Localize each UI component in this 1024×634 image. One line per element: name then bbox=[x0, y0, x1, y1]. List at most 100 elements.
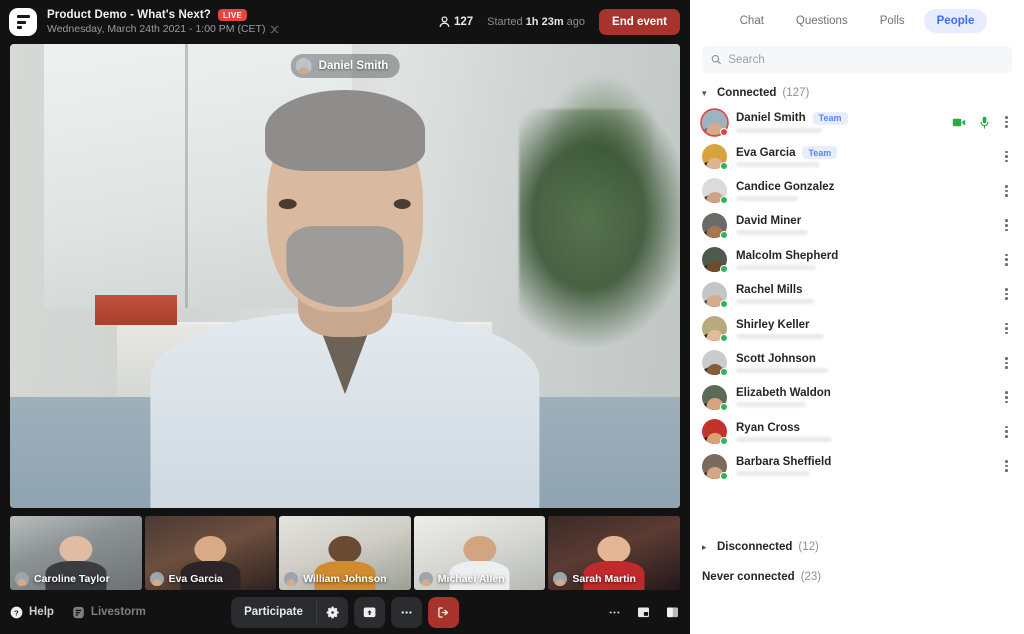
filmstrip-tile[interactable]: Caroline Taylor bbox=[10, 516, 142, 590]
active-speaker-video[interactable]: Daniel Smith bbox=[10, 44, 680, 508]
avatar bbox=[702, 109, 728, 136]
avatar bbox=[15, 572, 29, 586]
leave-event-button[interactable] bbox=[427, 596, 459, 628]
search-icon bbox=[711, 55, 721, 65]
main-video-container: Daniel Smith bbox=[0, 44, 690, 508]
participant-name: Ryan Cross bbox=[736, 421, 800, 434]
more-horizontal-icon[interactable] bbox=[607, 605, 622, 620]
search-box[interactable] bbox=[702, 46, 1012, 73]
list-item[interactable]: Daniel Smith Team bbox=[698, 105, 1016, 139]
tab-people[interactable]: People bbox=[923, 9, 988, 33]
video-camera-icon[interactable] bbox=[952, 117, 966, 128]
list-item[interactable]: Ryan Cross bbox=[698, 415, 1016, 449]
list-item-info: Rachel Mills bbox=[736, 284, 814, 305]
tab-polls[interactable]: Polls bbox=[867, 9, 918, 33]
tab-chat[interactable]: Chat bbox=[727, 9, 777, 33]
chevron-down-icon: ▾ bbox=[702, 87, 707, 98]
more-vertical-icon[interactable] bbox=[1003, 182, 1010, 200]
filmstrip-tile[interactable]: Sarah Martin bbox=[548, 516, 680, 590]
list-item-info: Malcolm Shepherd bbox=[736, 250, 838, 270]
chevron-right-icon: ▸ bbox=[702, 541, 707, 552]
participant-detail-redacted bbox=[736, 299, 814, 305]
never-connected-section-header[interactable]: Never connected (23) bbox=[690, 562, 1024, 592]
event-date: Wednesday, March 24th 2021 - 1:00 PM (CE… bbox=[47, 23, 266, 35]
connected-section-header[interactable]: ▾ Connected (127) bbox=[690, 83, 1024, 105]
more-vertical-icon[interactable] bbox=[1003, 388, 1010, 406]
more-vertical-icon[interactable] bbox=[1003, 216, 1010, 234]
list-item-actions bbox=[1003, 354, 1010, 372]
avatar bbox=[702, 453, 728, 480]
picture-in-picture-icon[interactable] bbox=[636, 605, 651, 620]
question-circle-icon: ? bbox=[10, 606, 23, 618]
attendee-count: 127 bbox=[439, 16, 473, 28]
status-badge bbox=[720, 265, 728, 274]
livestorm-logo-icon bbox=[73, 606, 84, 618]
participate-button[interactable]: Participate bbox=[231, 598, 316, 626]
more-vertical-icon[interactable] bbox=[1003, 113, 1010, 131]
filmstrip-tile[interactable]: William Johnson bbox=[279, 516, 411, 590]
list-item[interactable]: Shirley Keller bbox=[698, 311, 1016, 345]
list-item[interactable]: Barbara Sheffield bbox=[698, 449, 1016, 483]
connected-label: Connected bbox=[717, 87, 777, 99]
list-item[interactable]: David Miner bbox=[698, 208, 1016, 242]
filmstrip-tile-name: Caroline Taylor bbox=[34, 573, 110, 585]
livestorm-brand-button[interactable]: Livestorm bbox=[72, 606, 146, 619]
list-item-info: Eva Garcia Team bbox=[736, 146, 838, 168]
list-item-info: Barbara Sheffield bbox=[736, 456, 831, 477]
list-item-actions bbox=[1003, 251, 1010, 269]
livestorm-logo-icon bbox=[9, 8, 37, 36]
participant-name: Rachel Mills bbox=[736, 284, 803, 297]
more-vertical-icon[interactable] bbox=[1003, 423, 1010, 441]
list-item-actions bbox=[1003, 216, 1010, 234]
more-vertical-icon[interactable] bbox=[1003, 457, 1010, 475]
more-vertical-icon[interactable] bbox=[1003, 285, 1010, 303]
avatar bbox=[702, 384, 728, 411]
more-options-button[interactable] bbox=[390, 596, 422, 628]
list-item[interactable]: Eva Garcia Team bbox=[698, 139, 1016, 173]
status-badge bbox=[720, 437, 728, 446]
tab-questions[interactable]: Questions bbox=[783, 9, 861, 33]
event-header: Product Demo - What's Next? LIVE Wednesd… bbox=[0, 0, 690, 44]
list-item[interactable]: Elizabeth Waldon bbox=[698, 380, 1016, 414]
gear-icon bbox=[326, 606, 339, 618]
more-vertical-icon[interactable] bbox=[1003, 354, 1010, 372]
participant-detail-redacted bbox=[736, 471, 810, 477]
list-item-info: Daniel Smith Team bbox=[736, 111, 848, 133]
microphone-icon[interactable] bbox=[979, 116, 990, 129]
avatar bbox=[702, 144, 728, 171]
status-badge bbox=[720, 334, 728, 343]
shuffle-icon[interactable] bbox=[270, 25, 279, 34]
toolbar-center-group: Participate bbox=[231, 596, 459, 628]
list-item[interactable]: Malcolm Shepherd bbox=[698, 243, 1016, 277]
participant-detail-redacted bbox=[736, 333, 824, 339]
page-title: Product Demo - What's Next? bbox=[47, 9, 211, 21]
status-badge bbox=[720, 402, 728, 411]
disconnected-section-header[interactable]: ▸ Disconnected (12) bbox=[690, 532, 1024, 562]
layout-split-icon[interactable] bbox=[665, 605, 680, 620]
list-item[interactable]: Rachel Mills bbox=[698, 277, 1016, 311]
filmstrip-tile[interactable]: Michael Allen bbox=[413, 516, 546, 590]
list-item[interactable]: Candice Gonzalez bbox=[698, 174, 1016, 208]
share-screen-button[interactable] bbox=[353, 596, 385, 628]
more-vertical-icon[interactable] bbox=[1003, 320, 1010, 338]
list-item-info: Elizabeth Waldon bbox=[736, 387, 831, 408]
search-input[interactable] bbox=[728, 53, 1003, 66]
participant-detail-redacted bbox=[736, 367, 828, 373]
team-badge: Team bbox=[812, 111, 848, 125]
settings-button[interactable] bbox=[316, 596, 348, 628]
end-event-button[interactable]: End event bbox=[599, 9, 680, 35]
participant-name: Daniel Smith bbox=[736, 112, 806, 125]
list-item-actions bbox=[1003, 423, 1010, 441]
participant-detail-redacted bbox=[736, 436, 832, 442]
filmstrip-tile-name: Sarah Martin bbox=[572, 573, 636, 585]
list-item-actions bbox=[1003, 320, 1010, 338]
more-vertical-icon[interactable] bbox=[1003, 148, 1010, 166]
list-item[interactable]: Scott Johnson bbox=[698, 346, 1016, 380]
filmstrip-tile[interactable]: Eva Garcia bbox=[144, 516, 277, 590]
person-icon bbox=[439, 16, 450, 28]
more-vertical-icon[interactable] bbox=[1003, 251, 1010, 269]
filmstrip-tile-name: Michael Allen bbox=[437, 573, 505, 585]
event-title-block: Product Demo - What's Next? LIVE Wednesd… bbox=[47, 9, 279, 35]
list-item-info: Ryan Cross bbox=[736, 422, 832, 442]
help-button[interactable]: ? Help bbox=[10, 606, 54, 619]
